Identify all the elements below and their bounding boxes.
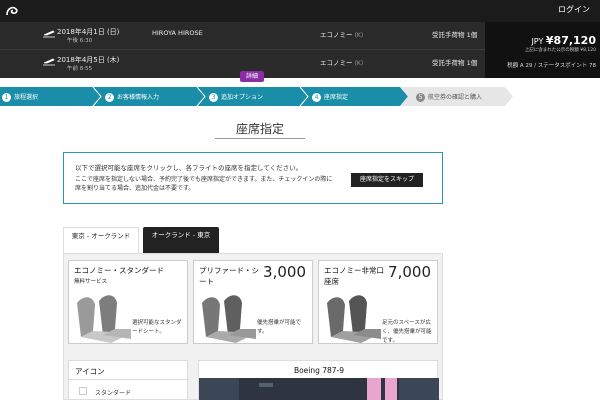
- step-2[interactable]: 2 お客様情報入力: [105, 92, 159, 102]
- legend-divider: [69, 379, 189, 380]
- page-title: 座席指定: [235, 122, 284, 136]
- instruction-text: 以下で選択可能な座席をクリックし、各フライトの座席を指定してください。: [75, 164, 303, 172]
- tab-tokyo-auckland[interactable]: 東京 - オークランド: [63, 227, 139, 253]
- cabin-class: エコノミー (K): [320, 31, 364, 39]
- flight-row-outbound: 2018年4月1日 (日) 午後 6:30 HIROYA HIROSE エコノミ…: [0, 23, 485, 50]
- aircraft-seat-map: Boeing 787-9: [198, 360, 439, 400]
- cabin-class: エコノミー (K): [320, 59, 364, 67]
- passenger-name: HIROYA HIROSE: [152, 29, 203, 37]
- icon-legend: アイコン スタンダード: [68, 360, 189, 400]
- card-description: 選択可能なスタンダードシート。: [132, 320, 182, 335]
- title-underline: [215, 138, 305, 139]
- seat-card-exit-row[interactable]: エコノミー非常口座席 7,000 足元のスペースが広く、優先搭乗が可能です。: [318, 260, 438, 344]
- step-4-current: 4 座席指定: [312, 92, 348, 102]
- tab-auckland-tokyo[interactable]: オークランド - 東京: [143, 227, 219, 253]
- legend-title: アイコン: [75, 367, 105, 376]
- progress-bar-shape: [0, 87, 513, 106]
- status-points: 税額 A 29 / ステータスポイント 78: [507, 63, 596, 69]
- baggage-allowance: 受託手荷物 1個: [432, 59, 478, 67]
- step-3[interactable]: 3 追加オプション: [209, 92, 263, 102]
- flight-list: 2018年4月1日 (日) 午後 6:30 HIROYA HIROSE エコノミ…: [0, 22, 485, 78]
- card-description: 足元のスペースが広く、優先搭乗が可能です。: [382, 320, 432, 344]
- legend-item-standard: スタンダード: [95, 390, 132, 397]
- plane-takeoff-icon: [43, 30, 55, 38]
- flight-time: 午後 6:30: [67, 38, 93, 44]
- card-price: 7,000: [388, 263, 431, 281]
- price-summary: JPY ¥87,120 上記に含まれた公示の税額 ¥8,120 税額 A 29 …: [485, 22, 600, 78]
- aircraft-title: Boeing 787-9: [293, 366, 345, 375]
- aircraft-cabin-image: [199, 378, 439, 400]
- standard-seat-icon: [79, 387, 87, 395]
- plane-takeoff-icon: [43, 58, 55, 66]
- details-toggle-button[interactable]: 詳細: [240, 71, 264, 82]
- card-title: エコノミー・スタンダード: [74, 266, 164, 275]
- card-description: 優先搭乗が可能です。: [257, 320, 302, 335]
- instruction-note: ここで座席を指定しない場合、予約完了後でも座席指定ができます。また、チェックイン…: [75, 176, 333, 192]
- flight-time: 午前 8:55: [67, 66, 93, 72]
- card-title: エコノミー非常口座席: [324, 266, 384, 286]
- step-5: 5 航空券の確認と購入: [416, 92, 482, 102]
- tax-note: 上記に含まれた公示の税額 ¥8,120: [524, 48, 596, 53]
- step-1[interactable]: 1 旅程選択: [2, 92, 38, 102]
- seat-image-icon: [71, 289, 131, 343]
- top-bar: ログイン: [0, 0, 600, 22]
- total-price: JPY ¥87,120: [531, 34, 596, 47]
- seat-image-icon: [196, 289, 256, 343]
- koru-logo-icon[interactable]: [4, 3, 20, 19]
- seat-card-standard[interactable]: エコノミー・スタンダード 無料サービス 選択可能なスタンダードシート。: [68, 260, 188, 344]
- instruction-box: 以下で選択可能な座席をクリックし、各フライトの座席を指定してください。 ここで座…: [63, 152, 443, 204]
- card-title: プリファード・シート: [199, 266, 259, 286]
- seat-image-icon: [321, 289, 381, 343]
- itinerary-summary: 2018年4月1日 (日) 午後 6:30 HIROYA HIROSE エコノミ…: [0, 22, 600, 78]
- login-link[interactable]: ログイン: [558, 4, 590, 15]
- card-subtitle: 無料サービス: [74, 279, 108, 285]
- baggage-allowance: 受託手荷物 1個: [432, 31, 478, 39]
- card-price: 3,000: [263, 263, 306, 281]
- skip-seat-selection-button[interactable]: 座席指定をスキップ: [351, 173, 423, 187]
- progress-steps: 1 旅程選択 2 お客様情報入力 3 追加オプション 4 座席指定 5 航空券の確認と購入: [0, 87, 600, 106]
- seat-card-preferred[interactable]: プリファード・シート 3,000 優先搭乗が可能です。: [193, 260, 313, 344]
